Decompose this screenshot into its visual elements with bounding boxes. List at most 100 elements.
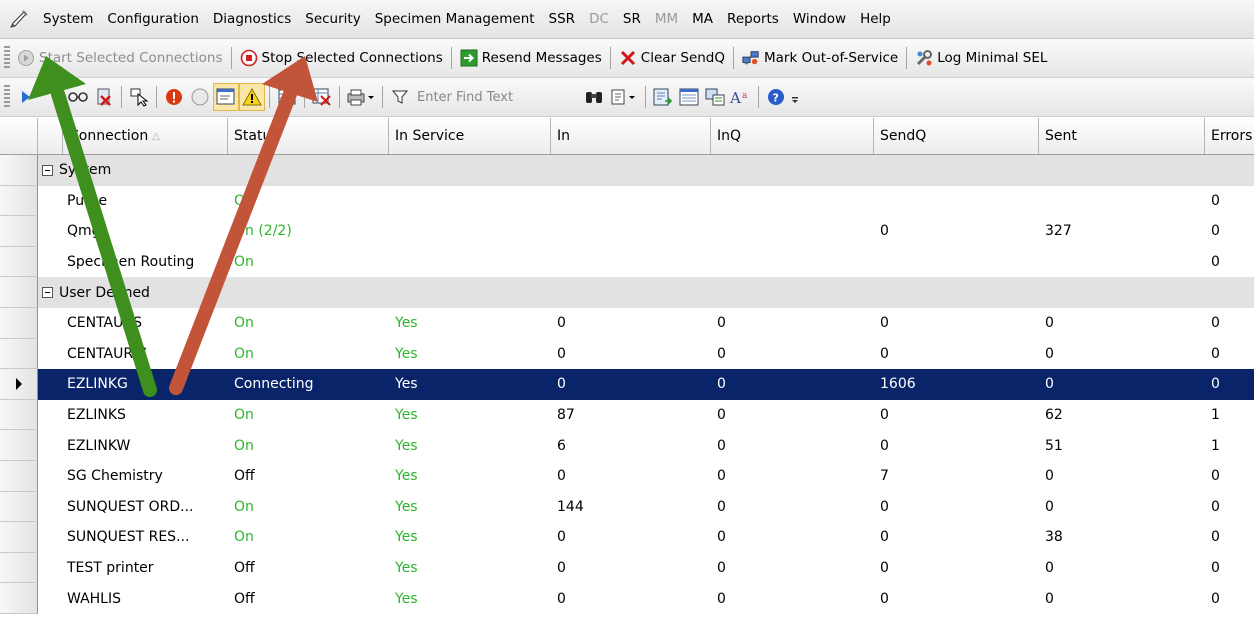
toolbar-grip[interactable] — [4, 46, 10, 70]
toolbar-separator — [230, 47, 232, 69]
menu-ma[interactable]: MA — [685, 11, 720, 27]
mark-out-of-service-button[interactable]: Mark Out-of-Service — [738, 44, 902, 72]
info-icon[interactable] — [187, 83, 213, 111]
menu-dc[interactable]: DC — [582, 11, 616, 27]
toolbar-grip[interactable] — [4, 85, 10, 109]
row-header[interactable] — [0, 185, 38, 217]
warning-icon[interactable] — [239, 83, 265, 111]
cell-in: 0 — [557, 590, 566, 607]
row-indent — [38, 339, 63, 370]
cell-sent: 51 — [1045, 437, 1063, 454]
column-header-errors[interactable]: Errors — [1205, 118, 1254, 154]
row-header[interactable] — [0, 369, 38, 400]
grid-view-icon[interactable] — [274, 83, 300, 111]
column-header-status[interactable]: Status — [228, 118, 389, 154]
table-row[interactable]: Qmgr On (2/2) 0 327 0 — [0, 216, 1254, 247]
cell-connection: Qmgr — [67, 223, 107, 240]
column-header-sent[interactable]: Sent — [1039, 118, 1205, 154]
export-icon[interactable] — [650, 83, 676, 111]
table-row[interactable]: EZLINKW On Yes 6 0 0 51 1 — [0, 430, 1254, 461]
select-cursor-icon[interactable] — [126, 83, 152, 111]
delete-document-icon[interactable] — [91, 83, 117, 111]
row-header[interactable] — [0, 583, 38, 614]
group-header[interactable]: User Defined — [38, 277, 1254, 308]
grid-header: Connection △ Status In Service In InQ Sen… — [0, 118, 1254, 155]
collapse-icon[interactable] — [42, 287, 53, 299]
menu-window[interactable]: Window — [786, 11, 853, 27]
font-icon[interactable]: Aa — [728, 83, 754, 111]
filter-icon[interactable] — [387, 83, 413, 111]
row-header[interactable] — [0, 277, 38, 308]
blank-toolbar-icon[interactable] — [39, 83, 65, 111]
toolbar-overflow-icon[interactable] — [789, 83, 801, 111]
help-icon[interactable]: ? — [763, 83, 789, 111]
table-row[interactable]: Specimen Routing On 0 — [0, 246, 1254, 278]
menu-help[interactable]: Help — [853, 11, 898, 27]
cell-inq — [711, 186, 874, 217]
menu-reports[interactable]: Reports — [720, 11, 786, 27]
column-header-in-service[interactable]: In Service — [389, 118, 551, 154]
cell-in: 144 — [557, 498, 584, 515]
menu-diagnostics[interactable]: Diagnostics — [206, 11, 298, 27]
menu-configuration[interactable]: Configuration — [100, 11, 206, 27]
row-header[interactable] — [0, 307, 38, 339]
column-header-inq[interactable]: InQ — [711, 118, 874, 154]
log-minimal-sel-button[interactable]: Log Minimal SEL — [911, 44, 1051, 72]
group-row[interactable]: User Defined — [0, 277, 1254, 308]
find-text-input[interactable] — [413, 86, 581, 108]
list-view-icon[interactable] — [676, 83, 702, 111]
row-header[interactable] — [0, 491, 38, 523]
row-header[interactable] — [0, 552, 38, 584]
row-header[interactable] — [0, 522, 38, 553]
menu-sr[interactable]: SR — [616, 11, 648, 27]
collapse-icon[interactable] — [42, 164, 53, 176]
menu-security[interactable]: Security — [298, 11, 367, 27]
row-header[interactable] — [0, 460, 38, 492]
table-row[interactable]: TEST printer Off Yes 0 0 0 0 0 — [0, 552, 1254, 584]
connections-grid: Connection △ Status In Service In InQ Sen… — [0, 118, 1254, 614]
print-dropdown-icon[interactable] — [344, 83, 378, 111]
row-header[interactable] — [0, 399, 38, 431]
binoculars-icon[interactable] — [581, 83, 607, 111]
row-header[interactable] — [0, 338, 38, 370]
table-row[interactable]: EZLINKS On Yes 87 0 0 62 1 — [0, 399, 1254, 431]
table-row[interactable]: WAHLIS Off Yes 0 0 0 0 0 — [0, 583, 1254, 614]
row-header[interactable] — [0, 155, 38, 186]
menu-system[interactable]: System — [36, 11, 100, 27]
table-row[interactable]: SUNQUEST RES... On Yes 0 0 0 38 0 — [0, 522, 1254, 553]
row-header[interactable] — [0, 216, 38, 247]
cell-sendq: 0 — [880, 590, 889, 607]
table-row[interactable]: CENTAURS On Yes 0 0 0 0 0 — [0, 307, 1254, 339]
glasses-icon[interactable] — [65, 83, 91, 111]
column-header-sendq[interactable]: SendQ — [874, 118, 1039, 154]
column-header-in[interactable]: In — [551, 118, 711, 154]
table-row[interactable]: SG Chemistry Off Yes 0 0 7 0 0 — [0, 460, 1254, 492]
app-pen-icon[interactable] — [8, 8, 30, 30]
table-row[interactable]: CENTAURW On Yes 0 0 0 0 0 — [0, 338, 1254, 370]
table-row[interactable]: SUNQUEST ORD... On Yes 144 0 0 0 0 — [0, 491, 1254, 523]
cell-connection: Purge — [67, 192, 108, 209]
table-row[interactable]: EZLINKG Connecting Yes 0 0 1606 0 0 — [0, 369, 1254, 400]
group-header[interactable]: System — [38, 155, 1254, 186]
cell-inq: 0 — [717, 315, 726, 332]
menu-mm[interactable]: MM — [648, 11, 685, 27]
table-row[interactable]: Purge On 0 — [0, 185, 1254, 217]
row-header[interactable] — [0, 246, 38, 278]
group-row[interactable]: System — [0, 155, 1254, 186]
clear-grid-icon[interactable] — [309, 83, 335, 111]
cell-connection: SG Chemistry — [67, 468, 163, 485]
cell-inq: 0 — [717, 437, 726, 454]
stop-selected-connections-button[interactable]: Stop Selected Connections — [236, 44, 447, 72]
row-header[interactable] — [0, 430, 38, 461]
play-icon[interactable] — [13, 83, 39, 111]
error-icon[interactable] — [161, 83, 187, 111]
layout-icon[interactable] — [702, 83, 728, 111]
column-header-connection[interactable]: Connection △ — [63, 118, 228, 154]
resend-messages-button[interactable]: Resend Messages — [456, 44, 606, 72]
menu-ssr[interactable]: SSR — [542, 11, 583, 27]
menu-specimen-management[interactable]: Specimen Management — [368, 11, 542, 27]
properties-icon[interactable] — [213, 83, 239, 111]
start-selected-connections-button[interactable]: Start Selected Connections — [13, 44, 227, 72]
clear-sendq-button[interactable]: Clear SendQ — [615, 44, 729, 72]
find-options-dropdown-icon[interactable] — [607, 83, 641, 111]
